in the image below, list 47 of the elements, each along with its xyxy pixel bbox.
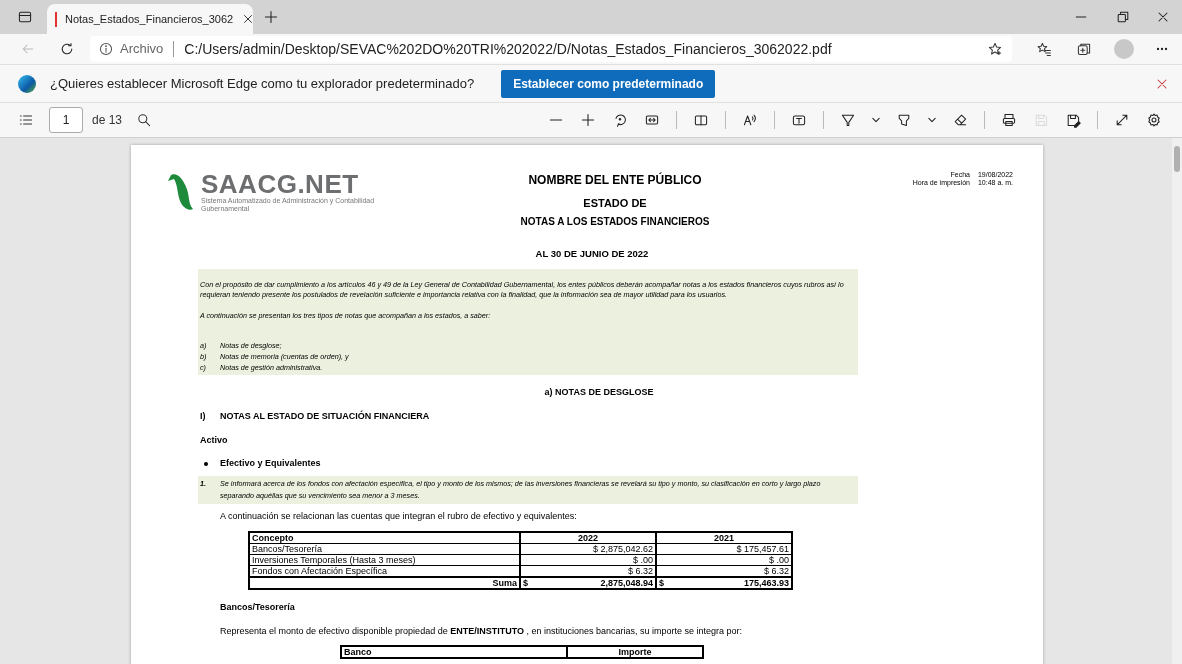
page-number-field[interactable]: 1 (49, 107, 83, 133)
header-title: ESTADO DE (583, 196, 647, 211)
url-text: C:/Users/admin/Desktop/SEVAC%202DO%20TRI%202022/D/Notas_Estados_Financieros_3062022.pdf (184, 39, 833, 59)
table-cell: Bancos/Tesorería (249, 543, 520, 555)
logo-wordmark: SAACG.NET (201, 171, 359, 197)
period-title: AL 30 DE JUNIO DE 2022 (534, 246, 650, 261)
column-header: Importe (567, 646, 703, 659)
table-cell: Fondos con Afectación Específica (249, 565, 520, 578)
tab-title: Notas_Estados_Financieros_3062 (65, 11, 234, 27)
bullet-text: Efectivo y Equivalentes (220, 457, 321, 471)
total-amount: 2,875,048.94 (600, 578, 653, 589)
browser-logo-icon (18, 74, 36, 93)
table-cell: $ 6.32 (520, 565, 656, 578)
column-header: Banco (341, 646, 567, 659)
header-title: NOMBRE DEL ENTE PÚBLICO (528, 171, 702, 189)
address-field[interactable]: Archivo C:/Users/admin/Desktop/SEVAC%202DO%20TRI%202022/D/Notas_Estados_Financieros_3062022.pdf (90, 36, 1012, 62)
scrollbar[interactable] (1172, 138, 1182, 664)
browser-tab[interactable]: Notas_Estados_Financieros_3062 (47, 4, 253, 34)
column-header: 2022 (520, 532, 656, 544)
currency-sign: $ (659, 578, 664, 589)
total-label: Suma (249, 577, 520, 590)
site-info-label: Archivo (120, 40, 164, 59)
heading-text: NOTAS AL ESTADO DE SITUACIÓN FINANCIERA (220, 410, 430, 424)
table-cell: $ .00 (656, 554, 792, 566)
section-title: a) NOTAS DE DESGLOSE (543, 385, 655, 399)
infobar-message: ¿Quieres establecer Microsoft Edge como tu explorador predeterminado? (50, 74, 475, 93)
column-header: Concepto (249, 532, 520, 544)
table-cell: $ 175,457.61 (656, 543, 792, 555)
page-count: de 13 (92, 112, 123, 129)
table-cell: $ .00 (520, 554, 656, 566)
scrollbar-thumb[interactable] (1174, 146, 1180, 172)
set-default-button[interactable]: Establecer como predeterminado (501, 69, 716, 98)
add-favorite-icon[interactable] (986, 40, 1004, 58)
bank-intro: Representa el monto de efectivo disponible propiedad de ENTE/INSTITUTO , en instituciones bancarias, su importe se integra por: (220, 624, 744, 638)
table-intro: A continuación se relacionan las cuentas que integran el rubro de efectivo y equivalentes: (220, 509, 578, 523)
table-cell: $ 6.32 (656, 565, 792, 578)
heading-number: I) (200, 410, 207, 424)
column-header: 2021 (656, 532, 792, 544)
table-cell: Inversiones Temporales (Hasta 3 meses) (249, 554, 520, 566)
total-amount: 175,463.93 (743, 578, 789, 589)
subheading: Activo (200, 433, 229, 447)
bullet-icon (204, 462, 208, 466)
info-icon (98, 41, 114, 57)
table-cell: $ 2,875,042.62 (520, 543, 656, 555)
header-title: NOTAS A LOS ESTADOS FINANCIEROS (520, 214, 710, 229)
currency-sign: $ (523, 578, 528, 589)
subheading: Bancos/Tesorería (220, 601, 296, 615)
